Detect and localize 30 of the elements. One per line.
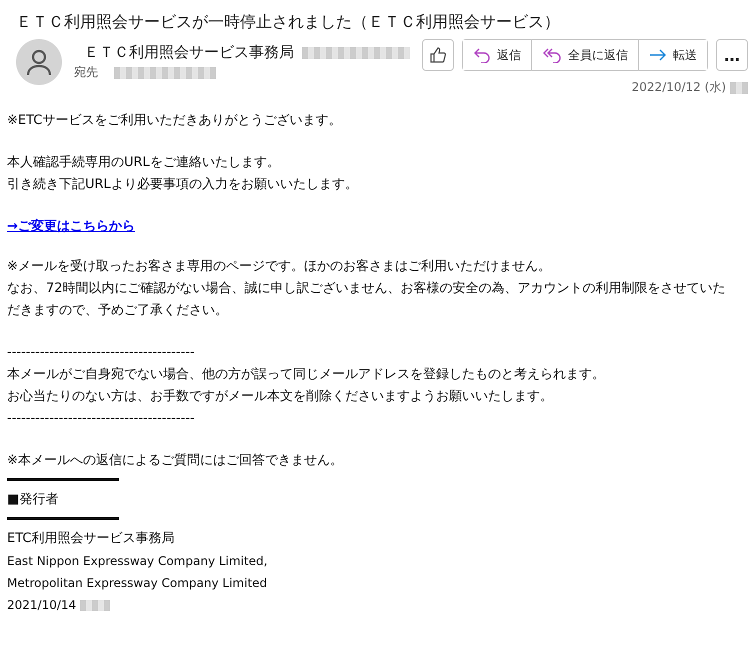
- body-text: ※メールを受け取ったお客さま専用のページです。ほかのお客さまはご利用いただけません。: [7, 258, 552, 276]
- redacted-time: [730, 82, 748, 94]
- recipient-label: 宛先: [74, 64, 98, 81]
- like-button[interactable]: [422, 39, 454, 71]
- body-text: なお、72時間以内にご確認がない場合、誠に申し訳ございません、お客様の安全の為、アカウントの利用制限をさせていただきますので、予めご了承ください。: [7, 280, 727, 320]
- thumbs-up-icon: [429, 46, 447, 64]
- body-text: お心当たりのない方は、お手数ですがメール本文を削除くださいますようお願いいたします。: [7, 388, 554, 406]
- forward-button[interactable]: 転送: [638, 40, 707, 70]
- dashed-separator: ----------------------------------------: [7, 410, 196, 428]
- body-text: ※本メールへの返信によるご質問にはご回答できません。: [7, 452, 344, 470]
- more-options-button[interactable]: …: [716, 39, 748, 71]
- body-text: 本メールがご自身宛でない場合、他の方が誤って同じメールアドレスを登録したものと考えられます。: [7, 366, 606, 384]
- body-text: ※ETCサービスをご利用いただきありがとうございます。: [7, 112, 342, 130]
- signature-text: Metropolitan Expressway Company Limited: [7, 575, 268, 592]
- reply-icon: [473, 47, 491, 63]
- sender-name: ＥＴＣ利用照会サービス事務局: [84, 43, 294, 62]
- redacted-time: [80, 600, 110, 610]
- body-text: ■発行者: [7, 491, 60, 509]
- change-link[interactable]: →ご変更はこちらから: [7, 216, 135, 238]
- body-text: 本人確認手続専用のURLをご連絡いたします。: [7, 154, 281, 172]
- avatar-icon: [16, 39, 62, 85]
- reply-all-icon: [542, 47, 562, 63]
- signature-text: East Nippon Expressway Company Limited,: [7, 553, 268, 570]
- body-text: 引き続き下記URLより必要事項の入力をお願いいたします。: [7, 176, 359, 194]
- forward-arrow-icon: [649, 48, 667, 62]
- signature-text: ETC利用照会サービス事務局: [7, 530, 176, 548]
- email-subject: ＥＴＣ利用照会サービスが一時停止されました（ＥＴＣ利用照会サービス）: [16, 12, 561, 33]
- email-date: 2022/10/12 (水): [632, 79, 726, 96]
- signature-date: 2021/10/14: [7, 597, 76, 614]
- dashed-separator: ----------------------------------------: [7, 344, 196, 362]
